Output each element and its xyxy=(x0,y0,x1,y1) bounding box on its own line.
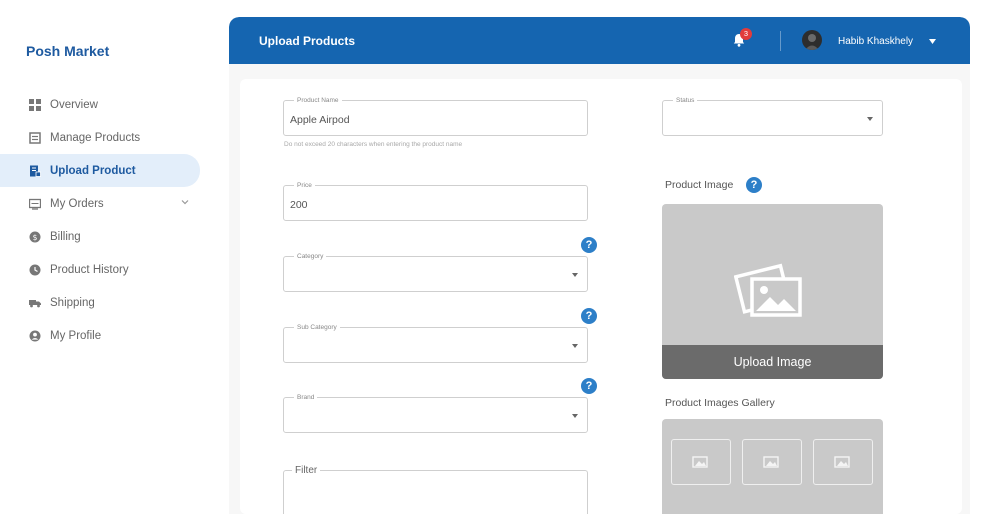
category-label: Category xyxy=(294,252,327,261)
filter-label: Filter xyxy=(292,464,321,477)
user-name[interactable]: Habib Khaskhely xyxy=(838,36,913,47)
sub-category-label: Sub Category xyxy=(294,323,340,332)
document-icon xyxy=(29,165,41,177)
top-bar: Upload Products 3 Habib Khaskhely xyxy=(229,17,970,64)
image-placeholder-icon xyxy=(692,456,708,468)
upload-form-card: Product Name Apple Airpod Do not exceed … xyxy=(240,79,962,514)
brand-label: Brand xyxy=(294,393,318,402)
image-placeholder-icon xyxy=(734,263,802,317)
truck-icon xyxy=(29,297,41,309)
product-images-gallery xyxy=(662,419,883,514)
brand-select[interactable]: Brand xyxy=(283,393,588,433)
caret-down-icon xyxy=(867,117,873,121)
user-icon xyxy=(29,330,41,342)
product-image-dropzone[interactable]: Upload Image xyxy=(662,204,883,379)
product-name-value: Apple Airpod xyxy=(290,114,350,126)
caret-down-icon xyxy=(572,273,578,277)
status-select[interactable]: Status xyxy=(662,96,883,136)
category-select[interactable]: Category xyxy=(283,252,588,292)
sidebar-item-manage-products[interactable]: Manage Products xyxy=(0,121,215,154)
gallery-thumbnail[interactable] xyxy=(813,439,873,485)
sidebar-item-overview[interactable]: Overview xyxy=(0,88,215,121)
svg-text:$: $ xyxy=(33,232,38,241)
category-help-icon[interactable]: ? xyxy=(581,237,597,253)
main-content: Upload Products 3 Habib Khaskhely Produc… xyxy=(229,17,970,514)
product-name-helper: Do not exceed 20 characters when enterin… xyxy=(284,141,463,148)
sidebar-item-label: Shipping xyxy=(50,296,95,309)
sidebar-item-label: Product History xyxy=(50,263,129,276)
price-value: 200 xyxy=(290,199,308,211)
gallery-label: Product Images Gallery xyxy=(665,397,775,409)
history-icon xyxy=(29,264,41,276)
sub-category-select[interactable]: Sub Category xyxy=(283,323,588,363)
product-name-field[interactable]: Product Name Apple Airpod xyxy=(283,96,588,136)
sidebar-item-label: My Orders xyxy=(50,197,104,210)
brand-logo[interactable]: Posh Market xyxy=(26,43,109,59)
sidebar-item-label: Manage Products xyxy=(50,131,141,144)
status-label: Status xyxy=(673,96,698,105)
chevron-down-icon[interactable] xyxy=(181,198,189,206)
sidebar: Posh Market Overview Manage Products Upl… xyxy=(0,0,215,514)
page-title: Upload Products xyxy=(259,34,356,48)
product-image-help-icon[interactable]: ? xyxy=(746,177,762,193)
sidebar-item-label: Billing xyxy=(50,230,81,243)
image-placeholder-icon xyxy=(834,456,850,468)
image-placeholder-icon xyxy=(763,456,779,468)
caret-down-icon xyxy=(572,414,578,418)
filter-field[interactable]: Filter xyxy=(283,464,588,514)
price-label: Price xyxy=(294,181,315,190)
box-icon xyxy=(29,131,41,144)
gallery-thumbnail[interactable] xyxy=(742,439,802,485)
sidebar-item-label: Upload Product xyxy=(50,164,136,177)
billing-icon: $ xyxy=(29,231,41,243)
sidebar-item-upload-product[interactable]: Upload Product xyxy=(0,154,200,187)
notification-badge: 3 xyxy=(740,28,752,40)
avatar[interactable] xyxy=(802,30,822,50)
header-divider xyxy=(780,31,781,51)
sidebar-item-product-history[interactable]: Product History xyxy=(0,253,215,286)
grid-icon xyxy=(29,98,41,111)
user-avatar-icon xyxy=(805,34,819,50)
sidebar-item-label: Overview xyxy=(50,98,98,111)
gallery-thumbnail[interactable] xyxy=(671,439,731,485)
price-field[interactable]: Price 200 xyxy=(283,181,588,221)
product-name-label: Product Name xyxy=(294,96,342,105)
sidebar-nav: Overview Manage Products Upload Product … xyxy=(0,88,215,352)
brand-help-icon[interactable]: ? xyxy=(581,378,597,394)
product-image-label: Product Image xyxy=(665,179,734,191)
sidebar-item-my-profile[interactable]: My Profile xyxy=(0,319,215,352)
sidebar-item-my-orders[interactable]: My Orders xyxy=(0,187,215,220)
caret-down-icon[interactable] xyxy=(929,39,936,44)
sidebar-item-billing[interactable]: $ Billing xyxy=(0,220,215,253)
caret-down-icon xyxy=(572,344,578,348)
orders-icon xyxy=(29,198,41,210)
sub-category-help-icon[interactable]: ? xyxy=(581,308,597,324)
sidebar-item-shipping[interactable]: Shipping xyxy=(0,286,215,319)
upload-image-button[interactable]: Upload Image xyxy=(662,345,883,379)
sidebar-item-label: My Profile xyxy=(50,329,102,342)
